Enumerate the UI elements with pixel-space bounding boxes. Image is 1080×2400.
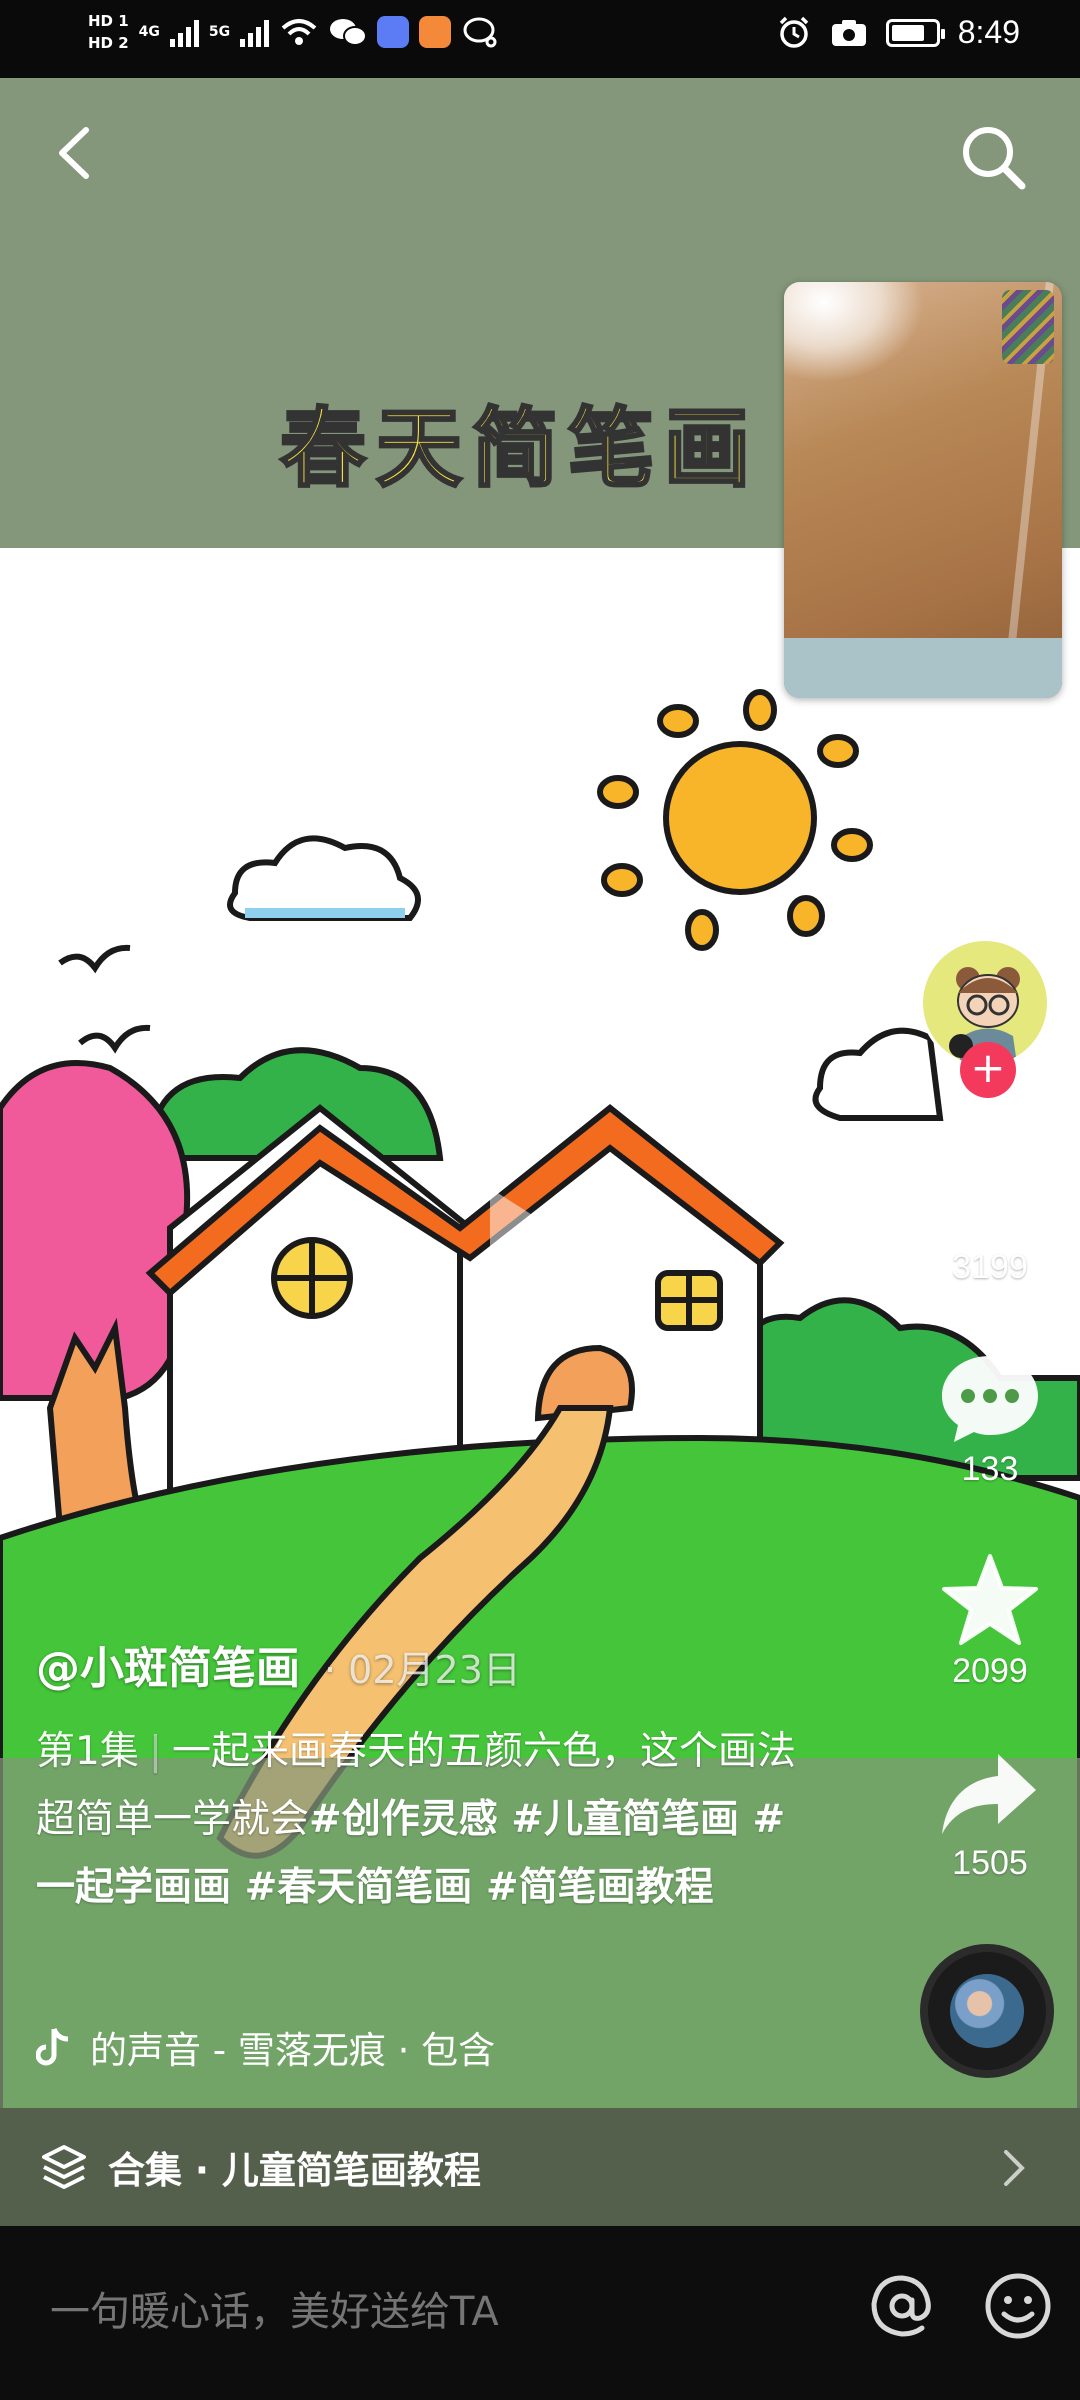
pip-window[interactable] bbox=[784, 282, 1062, 698]
follow-plus-button[interactable]: + bbox=[960, 1042, 1016, 1098]
wifi-icon bbox=[281, 19, 317, 45]
signal-1-icon bbox=[169, 17, 199, 47]
smiley-icon bbox=[985, 2273, 1051, 2339]
signal-2-icon bbox=[240, 17, 270, 47]
author-username[interactable]: @小斑简笔画 bbox=[36, 1632, 300, 1696]
comment-count: 133 bbox=[961, 1450, 1019, 1488]
music-title: 的声音 - 雪落无痕 · 包含 bbox=[90, 2029, 496, 2072]
collection-label: 合集 · 儿童简笔画教程 bbox=[108, 2149, 481, 2192]
episode-label[interactable]: 第1集 bbox=[36, 1729, 139, 1774]
emoji-button[interactable] bbox=[982, 2270, 1054, 2342]
tiktok-note-icon bbox=[36, 2027, 69, 2066]
at-sign-icon bbox=[889, 2293, 915, 2319]
share-arrow-icon[interactable] bbox=[938, 1750, 1042, 1840]
music-cover bbox=[950, 1974, 1024, 2048]
status-left: HD 1 HD 2 4G 5G bbox=[88, 10, 499, 54]
pip-light-glow bbox=[784, 282, 924, 382]
pip-thumbnail[interactable] bbox=[1002, 290, 1054, 364]
favorite-count: 2099 bbox=[952, 1652, 1028, 1690]
username-row: @小斑简笔画 · 02月23日 bbox=[36, 1632, 796, 1696]
post-info: @小斑简笔画 · 02月23日 第1集 | 一起来画春天的五颜六色，这个画法超简单一… bbox=[36, 1632, 796, 1922]
status-right: 8:49 bbox=[776, 14, 1020, 51]
network-4g-label: 4G bbox=[138, 24, 160, 40]
share-action[interactable]: 1505 bbox=[900, 1750, 1080, 1883]
collection-bar[interactable]: 合集 · 儿童简笔画教程 bbox=[0, 2108, 1080, 2226]
battery-icon bbox=[885, 18, 945, 47]
music-row[interactable]: 的声音 - 雪落无痕 · 包含 bbox=[36, 2020, 596, 2074]
post-date: · 02月23日 bbox=[324, 1648, 521, 1692]
hd2-label: HD 2 bbox=[88, 34, 129, 52]
music-app-icon bbox=[377, 16, 410, 48]
comment-icon[interactable] bbox=[938, 1352, 1042, 1446]
status-bar: HD 1 HD 2 4G 5G 8:49 bbox=[0, 0, 1080, 78]
post-caption[interactable]: 第1集 | 一起来画春天的五颜六色，这个画法超简单一学就会#创作灵感 #儿童简笔画 … bbox=[36, 1718, 796, 1922]
title-banner: 春天简笔画 bbox=[280, 399, 760, 499]
video-app-icon bbox=[419, 16, 452, 48]
star-icon[interactable] bbox=[940, 1552, 1040, 1648]
like-action[interactable]: 3199 bbox=[900, 1150, 1080, 1287]
chevron-right-icon bbox=[1004, 2150, 1025, 2186]
hd-indicators: HD 1 HD 2 bbox=[88, 10, 129, 54]
search-button[interactable] bbox=[954, 118, 1034, 198]
chat-bubble-icon bbox=[463, 17, 497, 48]
share-count: 1505 bbox=[952, 1844, 1028, 1882]
episode-separator: | bbox=[148, 1729, 162, 1774]
author-avatar-group[interactable]: + bbox=[920, 938, 1054, 1098]
hd1-label: HD 1 bbox=[88, 12, 129, 30]
camera-icon bbox=[831, 19, 866, 46]
favorite-action[interactable]: 2099 bbox=[900, 1552, 1080, 1691]
like-count: 3199 bbox=[952, 1248, 1028, 1286]
clock: 8:49 bbox=[957, 14, 1020, 50]
pip-wall bbox=[784, 638, 1062, 698]
alarm-icon bbox=[779, 16, 808, 48]
back-button[interactable] bbox=[40, 118, 110, 188]
mention-button[interactable] bbox=[866, 2270, 938, 2342]
heart-icon[interactable] bbox=[938, 1150, 1042, 1244]
top-nav bbox=[0, 78, 1080, 228]
layers-icon bbox=[42, 2145, 86, 2189]
comment-action[interactable]: 133 bbox=[900, 1352, 1080, 1489]
network-5g-label: 5G bbox=[208, 24, 231, 40]
wechat-icon bbox=[330, 19, 368, 46]
comment-bar bbox=[0, 2226, 1080, 2400]
chevron-left-icon bbox=[59, 127, 89, 179]
music-disc[interactable] bbox=[920, 1944, 1054, 2078]
comment-input[interactable] bbox=[50, 2282, 810, 2342]
